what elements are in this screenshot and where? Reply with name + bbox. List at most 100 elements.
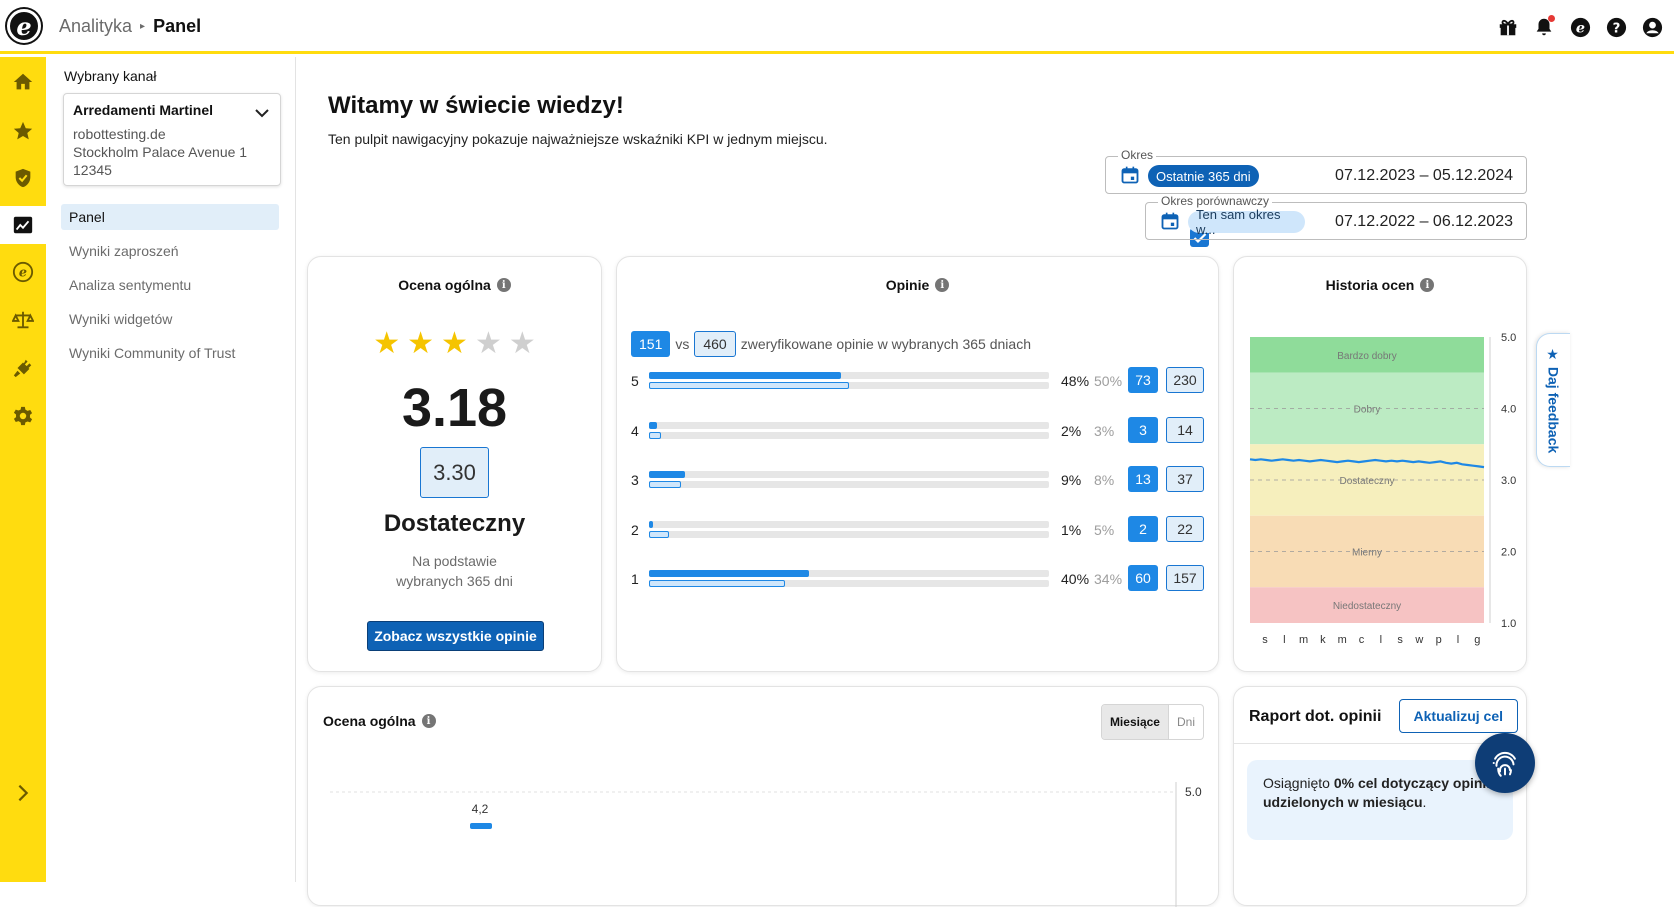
row-count[interactable]: 2 — [1128, 515, 1158, 542]
breadcrumb: Analityka ▸ Panel — [59, 16, 201, 37]
overall-rating-title: Ocena ogólna i — [308, 277, 601, 293]
star-empty-icon: ★ — [508, 327, 536, 360]
channel-selector[interactable]: Arredamenti Martinel robottesting.de Sto… — [63, 93, 281, 186]
row-count-compare[interactable]: 14 — [1166, 416, 1204, 443]
update-goal-button[interactable]: Aktualizuj cel — [1398, 699, 1518, 733]
trusted-e-icon[interactable]: e — [1568, 15, 1592, 39]
row-stars: 2 — [631, 521, 639, 538]
y-tick-top: 5.0 — [1185, 785, 1202, 799]
info-icon[interactable]: i — [496, 278, 511, 292]
channel-zip: 12345 — [73, 162, 112, 178]
star-icon[interactable] — [0, 112, 46, 150]
opinion-row: 2 1% 5% 2 22 — [631, 515, 1206, 544]
help-icon[interactable]: ? — [1604, 15, 1628, 39]
compare-period-label: Okres porównawczy — [1158, 194, 1273, 208]
overall-rating-card: Ocena ogólna i ★ ★ ★ ★ ★ 3.18 3.30 Dostatecz… — [307, 256, 602, 672]
period-picker[interactable]: Okres Ostatnie 365 dni 07.12.2023 – 05.1… — [1105, 148, 1527, 194]
gift-icon[interactable] — [1496, 15, 1520, 39]
analytics-icon[interactable] — [0, 206, 46, 244]
top-icons: e ? — [1496, 15, 1664, 39]
breadcrumb-current: Panel — [153, 16, 202, 36]
bar-compare — [649, 580, 1049, 587]
chevron-right-icon[interactable] — [0, 774, 46, 812]
row-percent-compare: 8% — [1094, 472, 1115, 488]
notification-dot — [1548, 15, 1555, 22]
channel-label: Wybrany kanał — [64, 68, 157, 84]
vs-label: vs — [675, 336, 690, 352]
row-percent: 2% — [1061, 422, 1082, 439]
overall-rating-title-text: Ocena ogólna — [398, 277, 491, 293]
period-range: 07.12.2023 – 05.12.2024 — [1335, 167, 1513, 184]
plug-icon[interactable] — [0, 349, 46, 387]
top-bar: e Analityka ▸ Panel e ? — [0, 0, 1674, 54]
row-count[interactable]: 3 — [1128, 416, 1158, 443]
bar-current — [649, 570, 1049, 577]
row-count[interactable]: 60 — [1128, 565, 1158, 591]
band-label: Dobry — [1354, 405, 1381, 416]
y-tick-label: 5.0 — [1501, 332, 1516, 344]
rating-history-chart: Bardzo dobry Dobry Dostateczny Mierny Niedos… — [1249, 332, 1516, 646]
x-tick-label: s — [1397, 634, 1403, 646]
x-tick-label: c — [1359, 634, 1365, 646]
summary-text: zweryfikowane opinie w wybranych 365 dni… — [740, 336, 1031, 352]
bar-compare — [649, 481, 1049, 488]
chevron-down-icon[interactable] — [254, 106, 270, 124]
count-current: 151 — [631, 331, 671, 357]
row-count-compare[interactable]: 22 — [1166, 515, 1204, 542]
bar-current — [649, 421, 1049, 429]
row-percent: 48% — [1061, 373, 1090, 389]
period-chip[interactable]: Ostatnie 365 dni — [1148, 165, 1259, 187]
bar-current — [649, 372, 1049, 379]
svg-text:e: e — [19, 266, 27, 281]
fingerprint-icon — [1488, 751, 1522, 777]
compare-period-chip[interactable]: Ten sam okres w... — [1188, 207, 1305, 237]
star-rating: ★ ★ ★ ★ ★ — [308, 326, 601, 361]
scales-icon[interactable] — [0, 301, 46, 339]
svg-text:?: ? — [1612, 21, 1620, 36]
sidebar-item-widgets[interactable]: Wyniki widgetów — [61, 306, 279, 332]
basis-line-1: Na podstawie — [412, 553, 497, 569]
row-percent-compare: 50% — [1094, 373, 1123, 389]
info-icon[interactable]: i — [935, 278, 950, 292]
row-count[interactable]: 73 — [1128, 367, 1158, 393]
row-count-compare[interactable]: 230 — [1166, 367, 1204, 393]
opinion-row: 5 48% 50% 73 230 — [631, 367, 1206, 395]
home-icon[interactable] — [0, 63, 46, 101]
row-count-compare[interactable]: 157 — [1166, 565, 1204, 591]
bar-current — [649, 471, 1049, 478]
feedback-tab[interactable]: ★ Daj feedback — [1536, 333, 1570, 467]
row-percent: 9% — [1061, 472, 1082, 488]
bell-icon[interactable] — [1532, 15, 1556, 39]
sidebar-item-invitations[interactable]: Wyniki zaproszeń — [61, 238, 279, 264]
band-label: Bardzo dobry — [1337, 351, 1396, 362]
x-tick-label: m — [1338, 634, 1347, 646]
bar-compare-fill — [649, 382, 849, 389]
row-count-compare[interactable]: 37 — [1166, 466, 1204, 492]
trusted-e-icon[interactable]: e — [0, 253, 46, 291]
report-title: Raport dot. opinii — [1249, 708, 1382, 725]
bar-compare-fill — [649, 481, 681, 488]
fingerprint-button[interactable] — [1475, 733, 1535, 793]
row-count[interactable]: 13 — [1128, 466, 1158, 492]
bar-current-fill — [649, 372, 841, 379]
breadcrumb-parent[interactable]: Analityka — [59, 16, 132, 37]
sidebar-item-panel[interactable]: Panel — [61, 204, 279, 230]
shield-check-icon[interactable] — [0, 159, 46, 197]
compare-score: 3.30 — [420, 447, 489, 498]
opinion-row: 1 40% 34% 60 157 — [631, 565, 1206, 593]
data-label-first: 4,2 — [472, 802, 489, 816]
count-compare: 460 — [694, 331, 736, 357]
account-icon[interactable] — [1640, 15, 1664, 39]
grade-label: Dostateczny — [383, 510, 526, 537]
x-tick-label: s — [1262, 634, 1268, 646]
breadcrumb-separator: ▸ — [140, 21, 146, 32]
sidebar-item-sentiment[interactable]: Analiza sentymentu — [61, 272, 279, 298]
sidebar-item-community[interactable]: Wyniki Community of Trust — [61, 340, 279, 366]
trusted-logo[interactable]: e — [7, 9, 41, 43]
opinions-card: Opinie i 151 vs 460 zweryfikowane opinie… — [616, 256, 1219, 672]
compare-period-picker[interactable]: Okres porównawczy Ten sam okres w... 07.… — [1145, 194, 1527, 240]
star-filled-icon: ★ — [441, 327, 468, 360]
bar-compare-fill — [649, 431, 661, 439]
gear-icon[interactable] — [0, 397, 46, 435]
see-all-reviews-button[interactable]: Zobacz wszystkie opinie — [367, 621, 544, 651]
